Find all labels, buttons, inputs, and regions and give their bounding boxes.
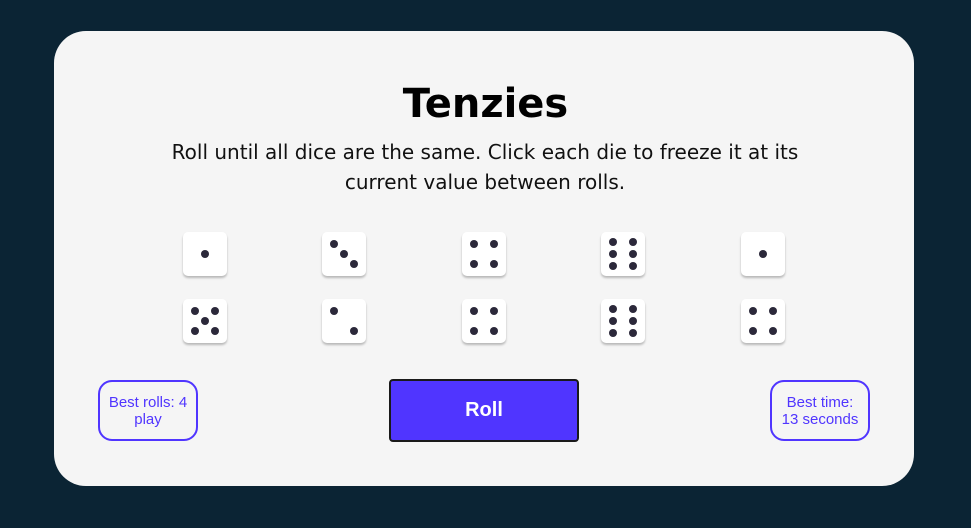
die-pip [769, 307, 777, 315]
die-9[interactable] [601, 299, 645, 343]
die-pip [609, 317, 617, 325]
die-face-4-icon [470, 240, 498, 268]
game-instructions: Roll until all dice are the same. Click … [171, 140, 799, 194]
die-face-6-icon [609, 305, 637, 337]
die-pip [629, 262, 637, 270]
die-pip [470, 260, 478, 268]
die-pip [629, 305, 637, 313]
die-face-3-icon [330, 240, 358, 268]
best-time-label: Best time: [786, 393, 854, 411]
die-pip [490, 260, 498, 268]
die-pip [609, 305, 617, 313]
die-pip [201, 317, 209, 325]
die-pip [350, 260, 358, 268]
die-4[interactable] [601, 232, 645, 276]
die-pip [201, 250, 209, 258]
die-pip [490, 327, 498, 335]
die-pip [749, 307, 757, 315]
die-pip [470, 327, 478, 335]
die-face-4-icon [470, 307, 498, 335]
die-pip [769, 327, 777, 335]
best-rolls-sublabel: play [134, 410, 162, 428]
die-6[interactable] [183, 299, 227, 343]
die-8[interactable] [462, 299, 506, 343]
die-pip [490, 240, 498, 248]
die-pip [330, 307, 338, 315]
die-pip [629, 329, 637, 337]
die-pip [211, 327, 219, 335]
best-rolls-label: Best rolls: 4 [108, 393, 188, 411]
die-face-6-icon [609, 238, 637, 270]
die-face-1-icon [759, 250, 767, 258]
die-pip [350, 327, 358, 335]
die-face-5-icon [191, 307, 219, 335]
die-face-1-icon [201, 250, 209, 258]
die-1[interactable] [183, 232, 227, 276]
best-time-value: 13 seconds [781, 410, 859, 428]
die-face-4-icon [749, 307, 777, 335]
die-pip [609, 238, 617, 246]
die-pip [191, 307, 199, 315]
die-pip [609, 262, 617, 270]
die-pip [490, 307, 498, 315]
die-pip [211, 307, 219, 315]
die-5[interactable] [741, 232, 785, 276]
die-pip [629, 250, 637, 258]
die-pip [749, 327, 757, 335]
die-face-2-icon [330, 307, 358, 335]
die-pip [470, 240, 478, 248]
die-10[interactable] [741, 299, 785, 343]
die-pip [629, 317, 637, 325]
die-3[interactable] [462, 232, 506, 276]
die-2[interactable] [322, 232, 366, 276]
die-pip [759, 250, 767, 258]
die-7[interactable] [322, 299, 366, 343]
roll-button[interactable]: Roll [389, 379, 579, 442]
game-title: Tenzies [402, 81, 569, 127]
die-pip [470, 307, 478, 315]
die-pip [629, 238, 637, 246]
best-time-box: Best time: 13 seconds [770, 380, 870, 441]
die-pip [609, 250, 617, 258]
die-pip [609, 329, 617, 337]
die-pip [340, 250, 348, 258]
die-pip [330, 240, 338, 248]
best-rolls-box: Best rolls: 4 play [98, 380, 198, 441]
die-pip [191, 327, 199, 335]
